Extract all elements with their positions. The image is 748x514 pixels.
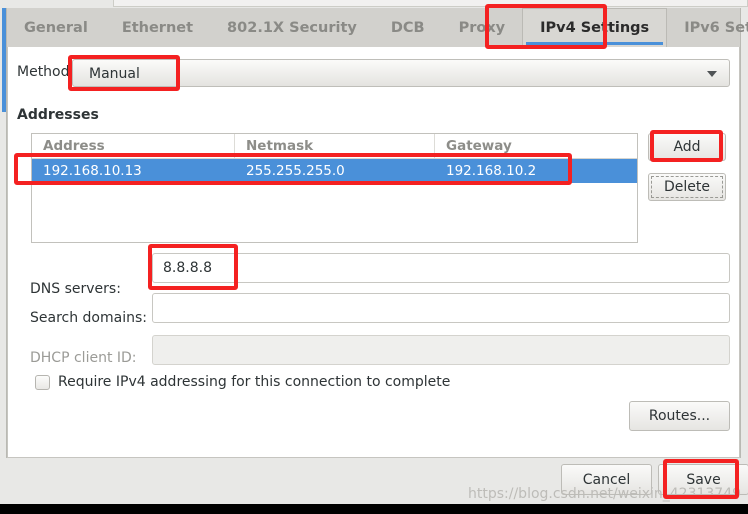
dhcp-client-id-input: [152, 335, 730, 365]
tab-ethernet[interactable]: Ethernet: [105, 8, 210, 47]
table-header-row: Address Netmask Gateway: [32, 134, 637, 159]
method-selected-value: Manual: [89, 66, 140, 82]
tab-dcb[interactable]: DCB: [374, 8, 442, 47]
tab-ipv6-settings[interactable]: IPv6 Settings: [667, 8, 748, 47]
column-header-address[interactable]: Address: [32, 134, 235, 158]
add-address-button[interactable]: Add: [648, 133, 726, 161]
require-ipv4-label: Require IPv4 addressing for this connect…: [58, 374, 451, 390]
column-header-netmask[interactable]: Netmask: [235, 134, 435, 158]
watermark-text: https://blog.csdn.net/weixin_42313749: [468, 486, 742, 502]
require-ipv4-row[interactable]: Require IPv4 addressing for this connect…: [35, 374, 450, 390]
tab-bar: General Ethernet 802.1X Security DCB Pro…: [7, 8, 748, 47]
table-row[interactable]: 192.168.10.13 255.255.255.0 192.168.10.2: [32, 159, 637, 183]
right-edge-divider: [740, 8, 741, 458]
search-domains-label: Search domains:: [30, 310, 147, 326]
cell-gateway: 192.168.10.2: [446, 163, 537, 179]
dns-servers-label: DNS servers:: [30, 281, 121, 297]
window-top-sliver: [113, 0, 748, 7]
routes-button[interactable]: Routes...: [629, 401, 730, 431]
chevron-down-icon: [707, 71, 717, 77]
tab-8021x-security[interactable]: 802.1X Security: [210, 8, 374, 47]
addresses-table[interactable]: Address Netmask Gateway 192.168.10.13 25…: [31, 133, 638, 243]
cell-netmask: 255.255.255.0: [246, 163, 345, 179]
column-header-gateway[interactable]: Gateway: [435, 134, 637, 158]
tab-general[interactable]: General: [7, 8, 105, 47]
checkbox-unchecked-icon[interactable]: [35, 374, 50, 390]
method-label: Method:: [17, 64, 75, 80]
search-domains-input[interactable]: [152, 293, 730, 323]
method-dropdown[interactable]: Manual: [72, 59, 730, 87]
tab-ipv4-settings[interactable]: IPv4 Settings: [522, 8, 668, 47]
dhcp-client-id-label: DHCP client ID:: [30, 350, 137, 366]
dns-servers-input[interactable]: 8.8.8.8: [152, 253, 730, 283]
connection-editor-window: General Ethernet 802.1X Security DCB Pro…: [0, 0, 748, 504]
delete-address-button[interactable]: Delete: [648, 173, 726, 201]
cell-address: 192.168.10.13: [43, 163, 142, 179]
bottom-black-strip: [0, 504, 748, 514]
tab-proxy[interactable]: Proxy: [442, 8, 523, 47]
addresses-section-title: Addresses: [17, 107, 99, 123]
